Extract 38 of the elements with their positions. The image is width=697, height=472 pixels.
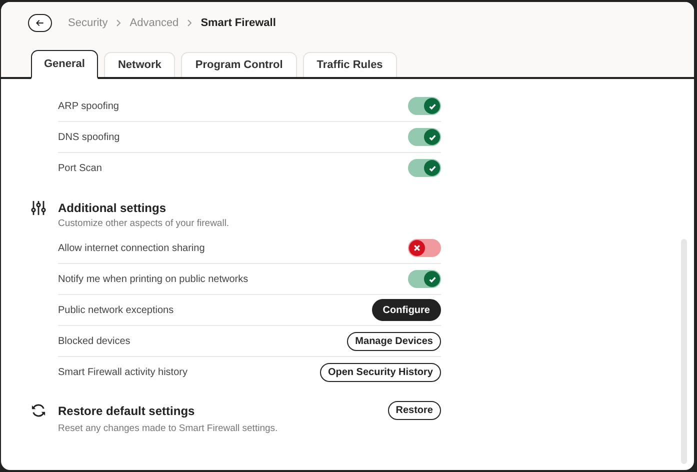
back-arrow-icon	[36, 18, 44, 28]
tab[interactable]: Traffic Rules	[302, 52, 397, 77]
action-button[interactable]: Open Security History	[320, 362, 441, 382]
refresh-icon	[31, 403, 46, 418]
back-button[interactable]	[28, 14, 52, 32]
tab[interactable]: General	[31, 50, 98, 79]
setting-label: Allow internet connection sharing	[58, 242, 205, 254]
toggle-switch[interactable]	[408, 128, 441, 146]
toggle-switch[interactable]	[408, 239, 441, 257]
section-title: Additional settings	[58, 201, 166, 215]
toggle-switch[interactable]	[408, 97, 441, 115]
toggle-switch[interactable]	[408, 270, 441, 288]
restore-button[interactable]: Restore	[388, 401, 441, 420]
setting-label: DNS spoofing	[58, 132, 120, 142]
checkmark-icon	[428, 164, 436, 172]
section-subtitle: Reset any changes made to Smart Firewall settings.	[58, 423, 279, 434]
checkmark-icon	[428, 274, 436, 284]
scrollbar[interactable]	[681, 239, 687, 464]
toggle-switch[interactable]	[408, 159, 441, 177]
sliders-icon	[31, 201, 46, 215]
setting-label: ARP spoofing	[58, 100, 119, 112]
cross-icon	[413, 244, 421, 252]
page-title: Smart Firewall	[200, 17, 276, 29]
tab[interactable]: Program Control	[181, 52, 297, 77]
section-title: Restore default settings	[58, 404, 195, 418]
action-button[interactable]: Manage Devices	[347, 332, 441, 350]
chevron-icon	[116, 19, 122, 27]
configure-button[interactable]: Configure	[372, 299, 441, 321]
setting-label: Port Scan	[58, 162, 102, 174]
section-subtitle: Customize other aspects of your firewall.	[58, 218, 230, 229]
chevron-icon	[186, 19, 193, 27]
checkmark-icon	[428, 132, 436, 142]
setting-label: Public network exceptions	[58, 304, 174, 316]
setting-label: Notify me when printing on public networks	[58, 274, 248, 284]
tab[interactable]: Network	[104, 52, 176, 77]
setting-label: Smart Firewall activity history	[58, 366, 188, 378]
checkmark-icon	[428, 102, 436, 110]
setting-label: Blocked devices	[58, 336, 130, 346]
